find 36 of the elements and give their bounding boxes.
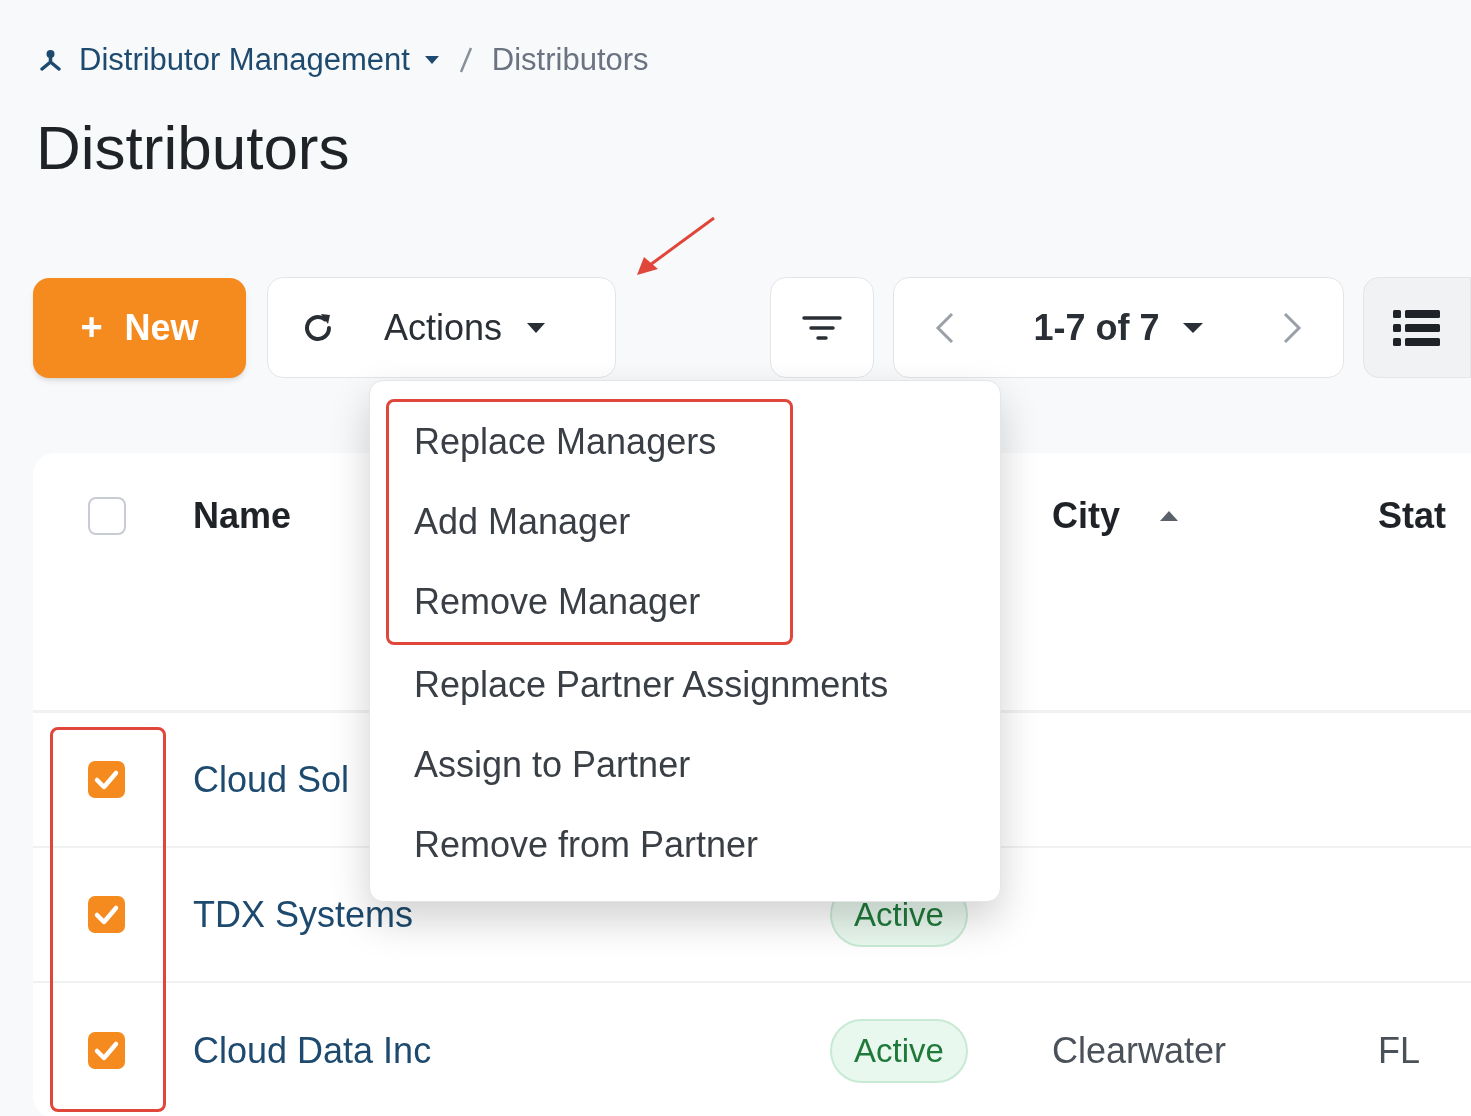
chevron-left-icon[interactable] <box>934 311 956 344</box>
filter-icon <box>802 314 842 341</box>
table-cell: Clearwater <box>1052 1029 1227 1071</box>
actions-button[interactable]: Actions <box>384 300 547 355</box>
separator-icon <box>457 45 474 75</box>
row-checkbox[interactable] <box>88 896 125 933</box>
select-all-checkbox[interactable] <box>88 497 126 535</box>
sort-icon[interactable] <box>1158 509 1180 523</box>
menu-item[interactable]: Add Manager <box>414 482 790 562</box>
chevron-right-icon[interactable] <box>1281 311 1303 344</box>
breadcrumb-current: Distributors <box>491 40 649 79</box>
distributor-link[interactable]: Cloud Data Inc <box>193 1029 432 1071</box>
column-header: Stat <box>1378 497 1446 535</box>
caret-icon <box>1181 321 1204 334</box>
menu-item[interactable]: Remove Manager <box>414 562 790 642</box>
breadcrumb-link[interactable]: Distributor Management <box>79 36 440 84</box>
row-checkbox[interactable] <box>88 1032 125 1069</box>
menu-item[interactable]: Remove from Partner <box>386 805 984 885</box>
distributor-link[interactable]: TDX Systems <box>193 893 414 935</box>
page-range-dropdown[interactable]: 1-7 of 7 <box>1033 300 1204 355</box>
distributor-link[interactable]: Cloud Sol <box>193 758 350 800</box>
menu-item[interactable]: Replace Managers <box>414 402 790 482</box>
table-cell: FL <box>1378 1029 1420 1071</box>
filter-button[interactable] <box>770 277 874 378</box>
list-icon <box>1393 308 1440 347</box>
list-view-button[interactable] <box>1363 277 1471 378</box>
caret-icon <box>526 321 547 334</box>
caret-icon <box>423 55 440 65</box>
column-header[interactable]: City <box>1052 497 1120 535</box>
page-title: Distributors <box>35 112 351 184</box>
menu-item[interactable]: Assign to Partner <box>386 725 984 805</box>
status-badge: Active <box>830 1018 968 1083</box>
column-header: Name <box>193 495 292 536</box>
row-checkbox[interactable] <box>88 761 125 798</box>
hierarchy-icon <box>38 49 63 71</box>
menu-item[interactable]: Replace Partner Assignments <box>386 645 984 725</box>
